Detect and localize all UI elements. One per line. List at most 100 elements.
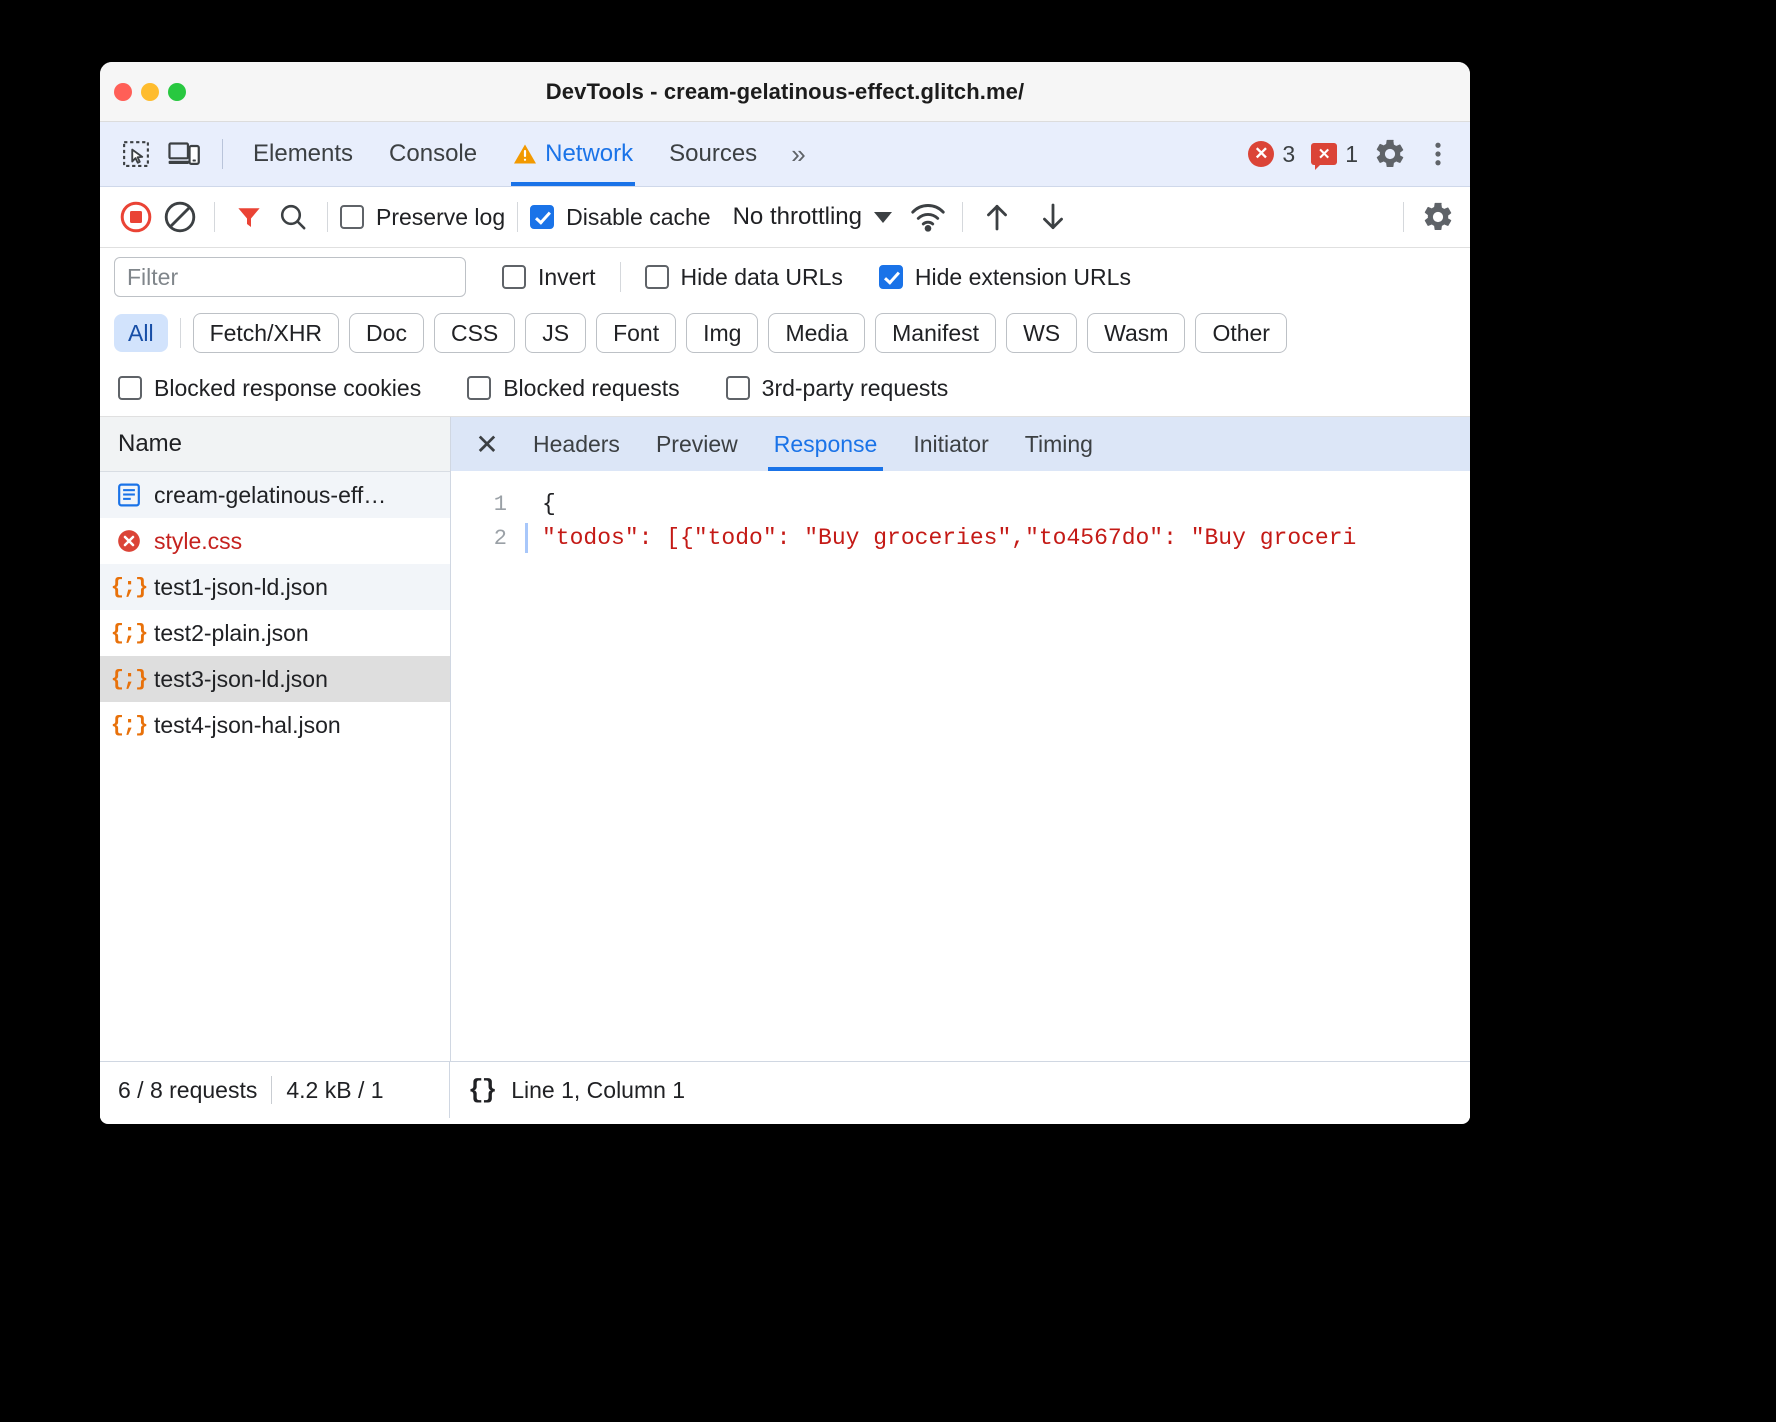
hide-extension-urls-checkbox[interactable]: Hide extension URLs xyxy=(878,264,1131,291)
tab-response[interactable]: Response xyxy=(756,417,896,471)
table-row[interactable]: cream-gelatinous-eff… xyxy=(100,472,450,518)
chip-css[interactable]: CSS xyxy=(433,313,516,353)
table-row[interactable]: style.css xyxy=(100,518,450,564)
hide-extension-urls-checkbox-box[interactable] xyxy=(878,265,903,289)
tab-initiator-label: Initiator xyxy=(913,430,989,457)
toolbar-divider-2 xyxy=(327,202,328,232)
table-row[interactable]: {;} test4-json-hal.json xyxy=(100,702,450,748)
blocked-response-cookies-checkbox-box[interactable] xyxy=(118,376,142,400)
close-window-button[interactable] xyxy=(114,82,132,101)
tab-elements[interactable]: Elements xyxy=(235,122,371,186)
maximize-window-button[interactable] xyxy=(168,82,186,101)
tab-network[interactable]: Network xyxy=(495,122,651,186)
blocked-response-cookies-checkbox[interactable]: Blocked response cookies xyxy=(118,375,421,402)
chip-js[interactable]: JS xyxy=(525,313,587,353)
table-row[interactable]: {;} test3-json-ld.json xyxy=(100,656,450,702)
warning-count-badge[interactable]: ✕ 1 xyxy=(1305,141,1364,170)
pretty-print-icon[interactable]: {} xyxy=(468,1075,497,1105)
filter-funnel-icon[interactable] xyxy=(227,195,271,239)
chip-ws[interactable]: WS xyxy=(1006,313,1078,353)
more-tabs-chevron-icon[interactable]: » xyxy=(775,139,818,170)
devtools-window: DevTools - cream-gelatinous-effect.glitc… xyxy=(100,62,1470,1124)
disable-cache-checkbox-box[interactable] xyxy=(530,205,555,229)
traffic-lights xyxy=(114,82,186,101)
response-body-viewer[interactable]: 1 { 2 "todos": [{"todo": "Buy groceries"… xyxy=(451,471,1470,1061)
preserve-log-checkbox-box[interactable] xyxy=(340,205,364,229)
chip-other[interactable]: Other xyxy=(1195,313,1287,353)
invert-checkbox-box[interactable] xyxy=(502,265,526,289)
console-message-icon: ✕ xyxy=(1311,143,1338,170)
detail-tabstrip: ✕ Headers Preview Response Initiator Tim… xyxy=(451,417,1470,471)
third-party-requests-checkbox-box[interactable] xyxy=(725,376,750,400)
chip-media-label: Media xyxy=(785,319,849,346)
blocked-requests-checkbox[interactable]: Blocked requests xyxy=(467,375,680,402)
json-braces-icon: {;} xyxy=(110,574,149,600)
chip-all[interactable]: All xyxy=(114,314,168,352)
tab-console[interactable]: Console xyxy=(371,122,495,186)
hide-data-urls-checkbox-box[interactable] xyxy=(644,265,669,289)
table-row[interactable]: {;} test2-plain.json xyxy=(100,610,450,656)
clear-icon[interactable] xyxy=(158,195,202,239)
chip-media[interactable]: Media xyxy=(768,313,866,353)
code-line: 2 "todos": [{"todo": "Buy groceries","to… xyxy=(451,521,1470,555)
third-party-requests-checkbox[interactable]: 3rd-party requests xyxy=(725,375,948,402)
search-icon[interactable] xyxy=(271,195,315,239)
chip-img[interactable]: Img xyxy=(686,313,759,353)
filter-divider-1 xyxy=(619,262,621,292)
preserve-log-label: Preserve log xyxy=(376,203,506,230)
chip-font[interactable]: Font xyxy=(596,313,677,353)
filter-input[interactable] xyxy=(114,257,466,297)
tab-initiator[interactable]: Initiator xyxy=(895,417,1006,471)
error-count-badge[interactable]: ✕ 3 xyxy=(1242,141,1301,168)
table-row[interactable]: {;} test1-json-ld.json xyxy=(100,564,450,610)
error-circle-icon: ✕ xyxy=(1248,141,1275,167)
record-stop-icon[interactable] xyxy=(114,195,158,239)
chip-fetch-xhr[interactable]: Fetch/XHR xyxy=(192,313,340,353)
request-name: test3-json-ld.json xyxy=(154,665,328,692)
toolbar-divider-4 xyxy=(962,202,963,232)
request-name: test4-json-hal.json xyxy=(154,711,341,738)
fold-indicator xyxy=(525,489,528,519)
export-har-icon[interactable] xyxy=(1031,195,1075,239)
devtools-tabstrip: Elements Console Network Sources » ✕ 3 ✕… xyxy=(100,122,1470,187)
request-list-column-header[interactable]: Name xyxy=(100,417,450,472)
tab-network-label: Network xyxy=(545,140,634,167)
request-name: test1-json-ld.json xyxy=(154,573,328,600)
device-toolbar-icon[interactable] xyxy=(162,132,206,176)
close-icon[interactable]: ✕ xyxy=(465,422,509,466)
blocked-requests-checkbox-box[interactable] xyxy=(467,376,492,400)
minimize-window-button[interactable] xyxy=(141,82,159,101)
tab-headers[interactable]: Headers xyxy=(515,417,638,471)
kebab-menu-icon[interactable] xyxy=(1416,132,1460,176)
warning-triangle-icon xyxy=(513,143,537,165)
chip-divider xyxy=(179,318,181,348)
tab-timing[interactable]: Timing xyxy=(1007,417,1111,471)
gear-icon[interactable] xyxy=(1368,132,1412,176)
request-detail-pane: ✕ Headers Preview Response Initiator Tim… xyxy=(451,417,1470,1061)
tab-timing-label: Timing xyxy=(1024,430,1093,457)
tab-sources[interactable]: Sources xyxy=(651,122,775,186)
chip-other-label: Other xyxy=(1212,319,1270,346)
document-icon xyxy=(116,482,142,508)
inspect-element-icon[interactable] xyxy=(114,132,158,176)
code-line: 1 { xyxy=(451,487,1470,521)
chip-wasm-label: Wasm xyxy=(1104,319,1169,346)
network-settings-gear-icon[interactable] xyxy=(1416,195,1460,239)
chip-manifest[interactable]: Manifest xyxy=(875,313,997,353)
hide-data-urls-checkbox[interactable]: Hide data URLs xyxy=(644,264,843,291)
tab-preview[interactable]: Preview xyxy=(638,417,756,471)
invert-checkbox[interactable]: Invert xyxy=(502,264,596,291)
chip-wasm[interactable]: Wasm xyxy=(1087,313,1186,353)
request-name: cream-gelatinous-eff… xyxy=(154,481,387,508)
request-list-pane: Name cream-gelatinous-eff… style.css {;}… xyxy=(100,417,451,1061)
request-name: test2-plain.json xyxy=(154,619,309,646)
preserve-log-checkbox[interactable]: Preserve log xyxy=(340,204,505,231)
network-toolbar: Preserve log Disable cache No throttling xyxy=(100,187,1470,248)
throttling-dropdown[interactable]: No throttling xyxy=(733,203,892,231)
error-count-value: 3 xyxy=(1282,140,1296,167)
disable-cache-checkbox[interactable]: Disable cache xyxy=(530,204,711,231)
resource-type-chips: All Fetch/XHR Doc CSS JS Font Img Media … xyxy=(100,306,1470,360)
chip-doc[interactable]: Doc xyxy=(349,313,424,353)
import-har-icon[interactable] xyxy=(975,195,1019,239)
network-conditions-icon[interactable] xyxy=(906,195,950,239)
